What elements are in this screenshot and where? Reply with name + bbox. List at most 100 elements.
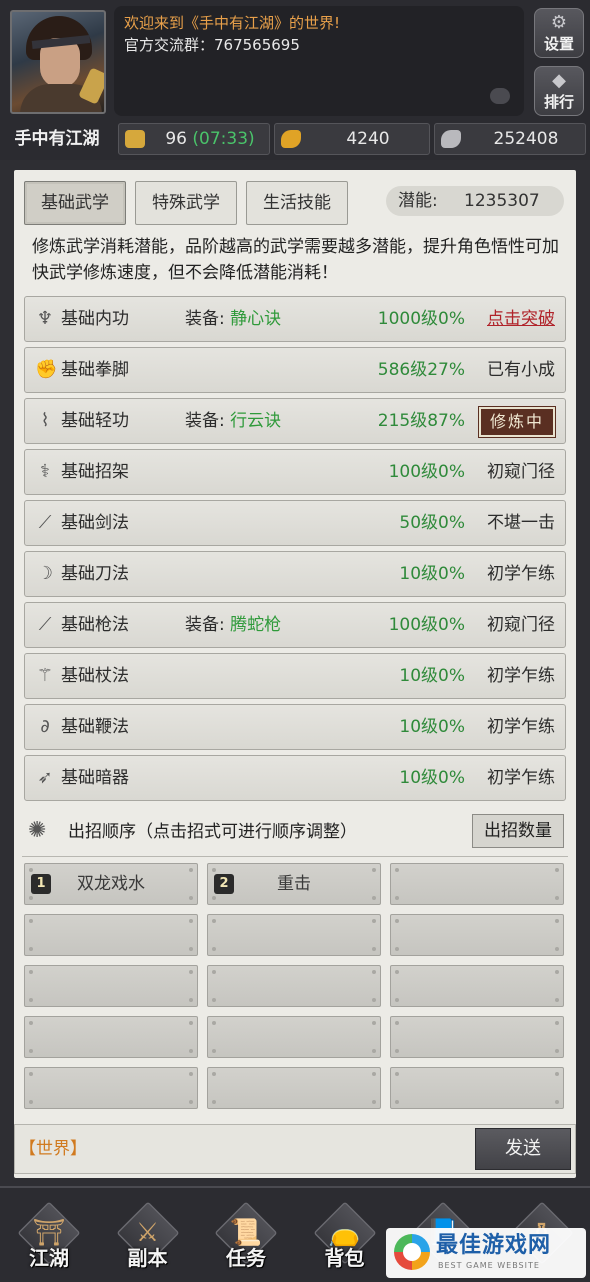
nav-item[interactable]: 👝 背包 xyxy=(312,1201,378,1282)
move-slot[interactable] xyxy=(207,1016,381,1058)
player-avatar[interactable] xyxy=(10,10,106,114)
nav-label: 江湖 xyxy=(29,1246,69,1270)
settings-button[interactable]: ⚙ 设置 xyxy=(534,8,584,58)
move-slot[interactable] xyxy=(207,1067,381,1109)
official-group-message: 官方交流群：767565695 xyxy=(124,36,300,54)
description-text: 修炼武学消耗潜能，品阶越高的武学需要越多潜能，提升角色悟性可加快武学修炼速度，但… xyxy=(32,237,559,283)
skill-row[interactable]: ∂ 基础鞭法 10级0% 初学乍练 xyxy=(24,704,566,750)
whip-icon: ∂ xyxy=(40,716,50,737)
pouch-icon: 👝 xyxy=(328,1218,361,1248)
move-slot[interactable] xyxy=(24,914,198,956)
move-slot[interactable] xyxy=(390,1016,564,1058)
skill-level: 100级0% xyxy=(388,462,465,482)
watermark-logo-icon xyxy=(394,1234,430,1270)
gold-value: 4240 xyxy=(346,129,390,149)
slot-number-badge: 2 xyxy=(214,874,234,894)
skill-row[interactable]: ✊ 基础拳脚 586级27% 已有小成 xyxy=(24,347,566,393)
nav-label: 任务 xyxy=(226,1246,266,1270)
skill-row[interactable]: ♆ 基础内功 装备: 静心诀 1000级0% 点击突破 xyxy=(24,296,566,342)
settings-label: 设置 xyxy=(543,35,574,53)
move-slot[interactable] xyxy=(24,1067,198,1109)
tab-life-skills[interactable]: 生活技能 xyxy=(246,181,348,225)
stamina-timer: (07:33) xyxy=(192,129,255,149)
gold-counter[interactable]: 4240 xyxy=(274,123,430,155)
gear-icon: ⚙ xyxy=(550,12,568,33)
nav-label: 副本 xyxy=(127,1246,168,1270)
move-slot[interactable] xyxy=(24,965,198,1007)
breakthrough-link[interactable]: 点击突破 xyxy=(475,297,555,341)
top-header: 欢迎来到《手中有江湖》的世界! 官方交流群：767565695 ⚙ 设置 ◆ 排… xyxy=(0,0,590,160)
divider xyxy=(22,856,568,857)
slot-number-badge: 1 xyxy=(31,874,51,894)
skill-row[interactable]: ⚕ 基础招架 100级0% 初窥门径 xyxy=(24,449,566,495)
nav-item[interactable]: ⚔ 副本 xyxy=(115,1201,181,1282)
system-message-box[interactable]: 欢迎来到《手中有江湖》的世界! 官方交流群：767565695 xyxy=(114,6,524,116)
move-slot[interactable]: 1 双龙戏水 xyxy=(24,863,198,905)
nav-item[interactable]: 📜 任务 xyxy=(213,1201,279,1282)
equipped-technique[interactable]: 装备: 腾蛇枪 xyxy=(185,603,281,647)
move-slot[interactable] xyxy=(207,914,381,956)
chat-channel-label[interactable]: 【世界】 xyxy=(19,1137,87,1161)
player-name: 手中有江湖 xyxy=(14,129,100,149)
equip-name: 腾蛇枪 xyxy=(230,615,282,635)
move-slot[interactable] xyxy=(390,1067,564,1109)
equip-name: 行云诀 xyxy=(230,411,282,431)
skill-row[interactable]: ☽ 基础刀法 10级0% 初学乍练 xyxy=(24,551,566,597)
move-name: 双龙戏水 xyxy=(77,874,145,894)
ranking-button[interactable]: ◆ 排行 xyxy=(534,66,584,116)
potential-value: 1235307 xyxy=(464,191,540,211)
skill-row[interactable]: ➶ 基础暗器 10级0% 初学乍练 xyxy=(24,755,566,801)
training-stamp[interactable]: 修炼中 xyxy=(478,406,556,438)
move-slot[interactable] xyxy=(24,1016,198,1058)
move-count-button[interactable]: 出招数量 xyxy=(472,814,564,848)
skill-name: 基础拳脚 xyxy=(61,360,129,380)
skill-rank: 初学乍练 xyxy=(487,564,555,584)
staff-icon: ⚚ xyxy=(36,665,54,686)
blade-icon: ☽ xyxy=(36,563,54,584)
watermark-subtitle: BEST GAME WEBSITE xyxy=(438,1261,540,1270)
crossed-weapons-icon: ⚔ xyxy=(135,1218,160,1248)
fist-icon: ✊ xyxy=(35,359,58,380)
skill-row[interactable]: ⚚ 基础杖法 10级0% 初学乍练 xyxy=(24,653,566,699)
stamina-icon xyxy=(125,130,145,148)
sword-icon: ⟋ xyxy=(38,512,52,533)
scroll-icon: 📜 xyxy=(229,1218,263,1248)
chat-bar[interactable]: 【世界】 发送 xyxy=(14,1124,576,1174)
move-slot[interactable] xyxy=(207,965,381,1007)
silver-ingot-icon xyxy=(441,130,461,148)
skill-level: 10级0% xyxy=(399,768,465,788)
skill-rank: 初学乍练 xyxy=(487,768,555,788)
skill-name: 基础鞭法 xyxy=(61,717,129,737)
martial-arts-panel: 基础武学 特殊武学 生活技能 潜能: 1235307 修炼武学消耗潜能，品阶越高… xyxy=(14,170,576,1178)
silver-counter[interactable]: 252408 xyxy=(434,123,586,155)
move-order-header: ✺ 出招顺序（点击招式可进行顺序调整） 出招数量 xyxy=(28,810,568,854)
skill-rank: 初学乍练 xyxy=(487,717,555,737)
nav-item[interactable]: ⛩ 江湖 xyxy=(16,1201,82,1282)
silver-value: 252408 xyxy=(493,129,559,149)
tab-basic-martial-arts[interactable]: 基础武学 xyxy=(24,181,126,225)
move-slot[interactable]: 2 重击 xyxy=(207,863,381,905)
boot-icon: ⌇ xyxy=(40,410,50,431)
parry-arm-icon: ⚕ xyxy=(40,461,50,482)
equipped-technique[interactable]: 装备: 行云诀 xyxy=(185,399,281,443)
skill-name: 基础刀法 xyxy=(61,564,129,584)
move-slot[interactable] xyxy=(390,965,564,1007)
chat-bubble-icon[interactable] xyxy=(490,88,510,104)
equipped-technique[interactable]: 装备: 静心诀 xyxy=(185,297,281,341)
skill-row[interactable]: ⌇ 基础轻功 装备: 行云诀 215级87% 修炼中 xyxy=(24,398,566,444)
skill-row[interactable]: ⟋ 基础枪法 装备: 腾蛇枪 100级0% 初窥门径 xyxy=(24,602,566,648)
gold-ingot-icon xyxy=(281,130,301,148)
move-slot[interactable] xyxy=(390,863,564,905)
skill-rank: 初窥门径 xyxy=(487,462,555,482)
stamina-counter[interactable]: 96 (07:33) xyxy=(118,123,270,155)
skill-rank: 不堪一击 xyxy=(487,513,555,533)
send-button[interactable]: 发送 xyxy=(475,1128,571,1170)
skill-row[interactable]: ⟋ 基础剑法 50级0% 不堪一击 xyxy=(24,500,566,546)
skill-level: 10级0% xyxy=(399,717,465,737)
equip-name: 静心诀 xyxy=(230,309,282,329)
move-slot[interactable] xyxy=(390,914,564,956)
equip-label: 装备: xyxy=(185,411,225,431)
move-order-title: 出招顺序（点击招式可进行顺序调整） xyxy=(68,822,357,842)
skill-rank: 初学乍练 xyxy=(487,666,555,686)
tab-special-martial-arts[interactable]: 特殊武学 xyxy=(135,181,237,225)
